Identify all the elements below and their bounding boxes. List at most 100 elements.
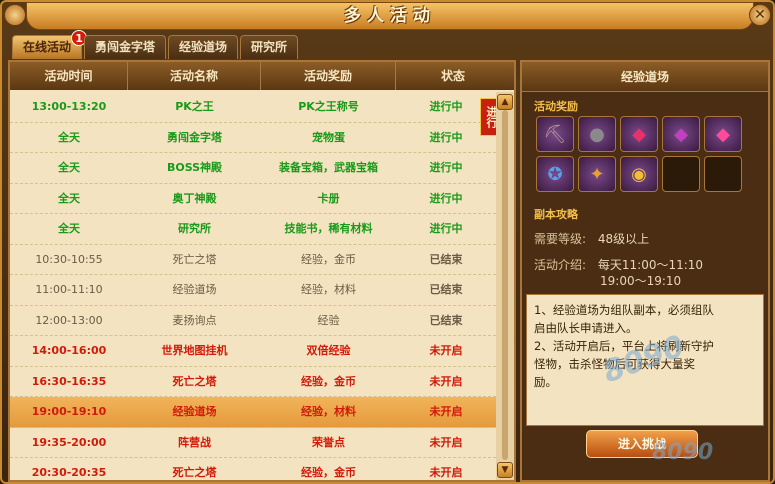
cell-reward: 经验，金币 [301,252,356,266]
level-requirement: 需要等级: 48级以上 [534,230,649,247]
cell-time: 19:00-19:10 [31,405,107,418]
cell-status: 进行中 [429,191,463,205]
cell-name: 死亡之塔 [172,466,217,479]
cell-time: 12:00-13:00 [35,313,103,327]
cell-reward: 卡册 [317,191,340,205]
title-bar: 多人活动 [26,2,754,30]
table-row[interactable]: 16:30-16:35 死亡之塔 经验，金币 未开启 [10,367,496,397]
tab-research[interactable]: 研究所 [240,35,299,59]
window-title: 多人活动 [344,6,436,26]
cell-name: 死亡之塔 [172,252,217,266]
table-row[interactable]: 全天 研究所 技能书，稀有材料 进行中 [10,214,496,245]
desc-line: 1、经验道场为组队副本，必须组队 [534,303,714,317]
cell-time: 16:30-16:35 [31,374,107,388]
cell-reward: PK之王称号 [298,100,359,113]
reward-slot[interactable]: ◆ [704,116,742,152]
pink-gem-icon: ◆ [716,123,730,145]
intro-time-2: 19:00～19:10 [600,274,682,288]
scroll-up-button[interactable]: ▲ [497,94,513,110]
cell-time: 20:30-20:35 [31,466,107,479]
cell-name: PK之王 [175,100,214,113]
reward-slot[interactable]: ● [578,116,616,152]
activity-window: 多人活动 ✕ 在线活动 1 勇闯金字塔 经验道场 研究所 活动时间 活动名称 活… [0,0,775,484]
cell-time: 全天 [58,222,80,235]
tab-label: 经验道场 [179,40,228,54]
activity-table-panel: 活动时间 活动名称 活动奖励 状态 13:00-13:20 PK之王 PK之王称号进… [8,60,516,482]
scrollbar[interactable]: ▲ ▼ [496,92,514,480]
cell-status: 未开启 [429,435,463,449]
scroll-down-button[interactable]: ▼ [497,462,513,478]
cell-reward: 经验，材料 [301,405,356,418]
reward-slot[interactable]: ◆ [662,116,700,152]
desc-line: 启由队长申请进入。 [534,321,638,335]
cell-name: 阵营战 [178,435,211,449]
cell-time: 全天 [58,191,80,205]
empty-reward-slot[interactable] [704,156,742,192]
cell-time: 11:00-11:10 [35,283,103,296]
cell-reward: 技能书，稀有材料 [284,222,373,235]
cell-reward: 双倍经验 [306,344,351,357]
cell-reward: 经验，材料 [301,283,356,296]
tab-label: 勇闯金字塔 [95,40,156,54]
cell-status: 进行中 [429,161,463,174]
cell-name: 勇闯金字塔 [167,130,222,144]
cell-time: 10:30-10:55 [35,252,103,266]
tab-bar: 在线活动 1 勇闯金字塔 经验道场 研究所 [12,30,299,59]
cell-name: 世界地图挂机 [161,344,228,357]
table-row[interactable]: 全天 勇闯金字塔 宠物蛋 进行中 [10,123,496,153]
table-row[interactable]: 19:00-19:10 经验道场 经验，材料 未开启 [10,397,496,428]
table-row[interactable]: 20:30-20:35 死亡之塔 经验，金币 未开启 [10,458,496,480]
cell-status: 已结束 [429,283,463,296]
cell-status: 进行中 [429,222,463,235]
job-icon: ✦ [589,163,605,185]
table-row[interactable]: 10:30-10:55 死亡之塔 经验，金币 已结束 [10,245,496,275]
scroll-track[interactable] [502,110,508,460]
cell-time: 19:35-20:00 [31,435,107,449]
cell-status: 未开启 [429,466,463,479]
header-reward: 活动奖励 [261,62,396,90]
gold-coin-icon: ◉ [631,163,647,185]
intro-time-1: 每天11:00～11:10 [597,258,704,272]
reward-slot[interactable]: ✦ [578,156,616,192]
cell-time: 全天 [58,161,80,174]
close-button[interactable]: ✕ [749,4,771,26]
tab-label: 研究所 [251,40,288,54]
tab-exp-dojo[interactable]: 经验道场 [168,35,239,59]
header-name: 活动名称 [128,62,261,90]
cell-name: 经验道场 [172,283,217,296]
cell-reward: 经验 [317,313,340,327]
activity-list: 13:00-13:20 PK之王 PK之王称号 进行中 全天 勇闯金字塔 宠物蛋 进行中 全天 B… [10,92,496,480]
header-status: 状态 [440,69,465,83]
empty-reward-slot[interactable] [662,156,700,192]
reward-slot[interactable]: ⛏ [536,116,574,152]
table-row[interactable]: 12:00-13:00 麦扬询点 经验 已结束 [10,306,496,336]
cell-name: BOSS神殿 [166,161,223,174]
tab-online-activity[interactable]: 在线活动 1 [12,30,88,59]
table-row[interactable]: 19:35-20:00 阵营战 荣誉点 未开启 [10,428,496,458]
cell-status: 未开启 [429,405,463,418]
header-time: 活动时间 [10,62,128,90]
corner-ornament-left [4,4,26,26]
cell-reward: 荣誉点 [312,435,345,449]
watermark-logo-corner: 8090 [652,440,714,465]
reward-slot[interactable]: ◆ [620,116,658,152]
activity-detail-panel: 经验道场 活动奖励 ⛏ ● ◆ ◆ ◆ ✪ ✦ ◉ 副本攻略 需要等级: 48级以上 活动介绍… [520,60,770,482]
table-row[interactable]: 11:00-11:10 经验道场 经验，材料 已结束 [10,275,496,306]
table-row[interactable]: 13:00-13:20 PK之王 PK之王称号 进行中 [10,92,496,123]
table-row[interactable]: 14:00-16:00 世界地图挂机 双倍经验 未开启 [10,336,496,367]
cell-name: 奥丁神殿 [172,191,217,205]
cell-status: 已结束 [429,313,463,327]
reward-slot[interactable]: ✪ [536,156,574,192]
reward-slot[interactable]: ◉ [620,156,658,192]
cell-status: 未开启 [429,344,463,357]
table-header: 活动时间 活动名称 活动奖励 状态 [10,62,514,90]
red-gem-icon: ◆ [632,123,646,145]
table-row[interactable]: 全天 奥丁神殿 卡册 进行中 [10,184,496,214]
cell-reward: 装备宝箱，武器宝箱 [279,161,378,174]
table-row[interactable]: 全天 BOSS神殿 装备宝箱，武器宝箱 进行中 [10,153,496,184]
cell-name: 死亡之塔 [172,374,217,388]
cell-time: 全天 [58,130,80,144]
stone-icon: ● [589,123,605,145]
reward-grid: ⛏ ● ◆ ◆ ◆ ✪ ✦ ◉ [536,116,746,192]
tab-pyramid[interactable]: 勇闯金字塔 [84,35,167,59]
